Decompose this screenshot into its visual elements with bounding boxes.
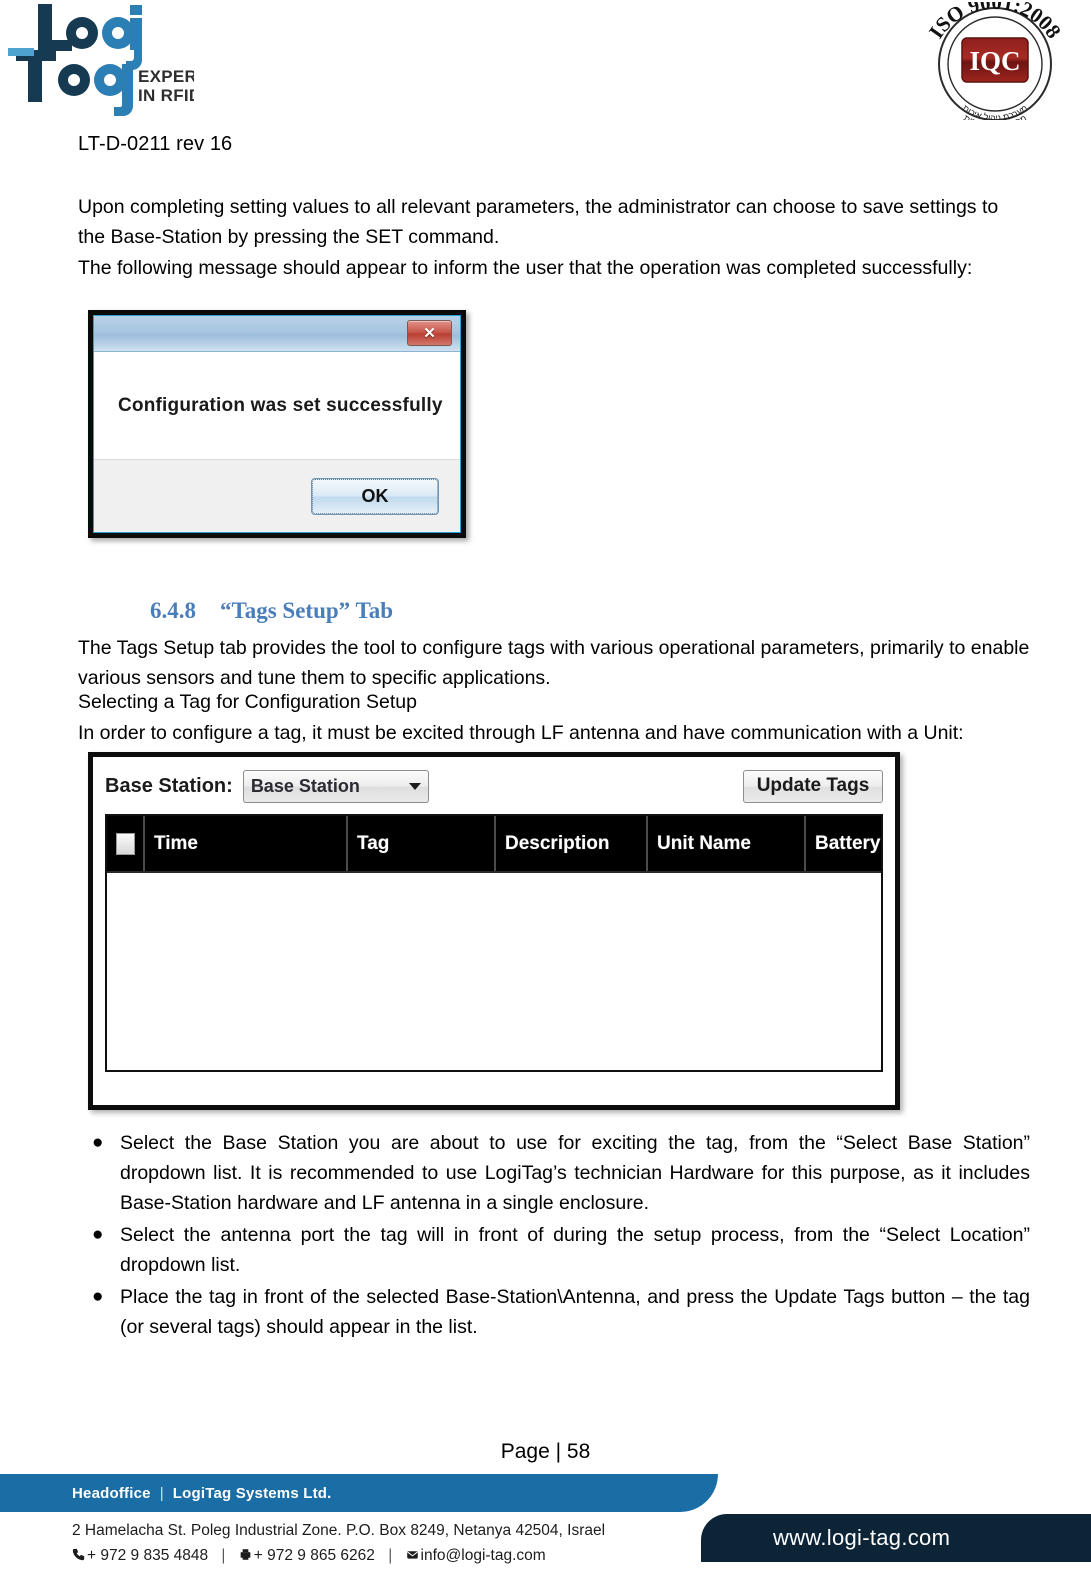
bullet-marker-icon: ● [92, 1286, 104, 1307]
tags-toolbar: Base Station: Base Station Update Tags [105, 767, 883, 805]
footer-company-name: LogiTag Systems Ltd. [172, 1484, 332, 1502]
footer-separator: | [159, 1484, 164, 1502]
close-icon[interactable]: ✕ [407, 320, 452, 346]
bullet-marker-icon: ● [92, 1224, 104, 1245]
footer-email: info@logi-tag.com [420, 1547, 546, 1564]
column-header-unit-name[interactable]: Unit Name [648, 816, 806, 871]
section-number: 6.4.8 [150, 598, 196, 623]
page-header: EXPERTS IN RFID ISO 9001:2008 [0, 0, 1091, 155]
fax-icon [239, 1544, 252, 1569]
instruction-bullet-list: ● Select the Base Station you are about … [78, 1128, 1030, 1344]
dialog-message: Configuration was set successfully [118, 394, 443, 416]
list-item: ● Select the Base Station you are about … [78, 1128, 1030, 1218]
footer-website-band: www.logi-tag.com [701, 1514, 1091, 1562]
footer-phone: + 972 9 835 4848 [87, 1547, 209, 1564]
footer-sep-1: | [221, 1547, 226, 1564]
column-header-tag[interactable]: Tag [348, 816, 496, 871]
svg-text:IQC: IQC [969, 46, 1020, 76]
column-header-time[interactable]: Time [145, 816, 348, 871]
base-station-dropdown[interactable]: Base Station [242, 769, 429, 803]
close-glyph: ✕ [423, 324, 436, 342]
footer-fax: + 972 9 865 6262 [253, 1547, 375, 1564]
iso-9001-seal-icon: ISO 9001:2008 מכון לבקרת איכות מערכת ניה… [924, 0, 1066, 131]
tags-grid-header: Time Tag Description Unit Name Battery L… [107, 816, 881, 873]
footer-office-band: Headoffice | LogiTag Systems Ltd. [0, 1474, 718, 1512]
tags-grid: Time Tag Description Unit Name Battery L… [105, 814, 883, 1072]
footer-contact-details: 2 Hamelacha St. Poleg Industrial Zone. P… [72, 1518, 605, 1569]
section-paragraph-2: Selecting a Tag for Configuration Setup [78, 691, 417, 713]
column-header-description[interactable]: Description [496, 816, 648, 871]
dialog-window: ✕ Configuration was set successfully OK [93, 315, 461, 533]
checkbox-icon[interactable] [115, 832, 135, 855]
svg-text:IN RFID: IN RFID [138, 86, 194, 105]
dialog-body: Configuration was set successfully [94, 352, 460, 459]
intro-paragraph-1: Upon completing setting values to all re… [78, 196, 999, 248]
update-tags-button[interactable]: Update Tags [743, 769, 883, 803]
dialog-footer: OK [94, 459, 460, 532]
tags-grid-body [107, 873, 881, 1070]
dialog-titlebar: ✕ [94, 316, 460, 352]
phone-icon [72, 1544, 85, 1569]
logitag-logo: EXPERTS IN RFID [8, 2, 194, 118]
chevron-down-icon [408, 782, 421, 790]
footer-address: 2 Hamelacha St. Poleg Industrial Zone. P… [72, 1522, 606, 1539]
base-station-selected-value: Base Station [250, 775, 360, 796]
list-item-text: Place the tag in front of the selected B… [120, 1286, 1030, 1338]
section-title: “Tags Setup” Tab [220, 598, 394, 623]
list-item-text: Select the antenna port the tag will in … [120, 1224, 1030, 1276]
configuration-dialog-screenshot: ✕ Configuration was set successfully OK [88, 310, 466, 538]
section-heading: 6.4.8 “Tags Setup” Tab [150, 598, 393, 624]
bullet-marker-icon: ● [92, 1132, 104, 1153]
tags-setup-screenshot: Base Station: Base Station Update Tags T… [88, 752, 900, 1110]
document-code: LT-D-0211 rev 16 [78, 133, 233, 155]
iso-certification-badge: ISO 9001:2008 מכון לבקרת איכות מערכת ניה… [908, 0, 1083, 131]
svg-text:EXPERTS: EXPERTS [138, 67, 194, 86]
section-paragraph-3: In order to configure a tag, it must be … [78, 722, 964, 744]
intro-paragraph-2: The following message should appear to i… [78, 257, 973, 279]
svg-text:ISO 9001:2008: ISO 9001:2008 [924, 2, 1066, 43]
list-item-text: Select the Base Station you are about to… [120, 1132, 1030, 1214]
page-footer: Headoffice | LogiTag Systems Ltd. 2 Hame… [0, 1474, 1091, 1564]
section-paragraph-1: The Tags Setup tab provides the tool to … [78, 637, 1030, 689]
page-number: Page | 58 [500, 1440, 591, 1463]
column-header-select-all[interactable] [107, 816, 145, 871]
footer-website[interactable]: www.logi-tag.com [773, 1525, 950, 1551]
footer-sep-2: | [388, 1547, 393, 1564]
ok-button[interactable]: OK [311, 477, 439, 515]
footer-contact-row: + 972 9 835 4848 | + 972 9 865 6262 | in… [72, 1543, 605, 1569]
column-header-battery-level[interactable]: Battery Level(% [806, 816, 881, 871]
list-item: ● Select the antenna port the tag will i… [78, 1220, 1030, 1280]
list-item: ● Place the tag in front of the selected… [78, 1282, 1030, 1342]
email-icon [406, 1544, 419, 1569]
footer-office-label: Headoffice [72, 1484, 151, 1502]
base-station-label: Base Station: [105, 774, 233, 797]
logitag-logo-icon: EXPERTS IN RFID [8, 4, 194, 116]
